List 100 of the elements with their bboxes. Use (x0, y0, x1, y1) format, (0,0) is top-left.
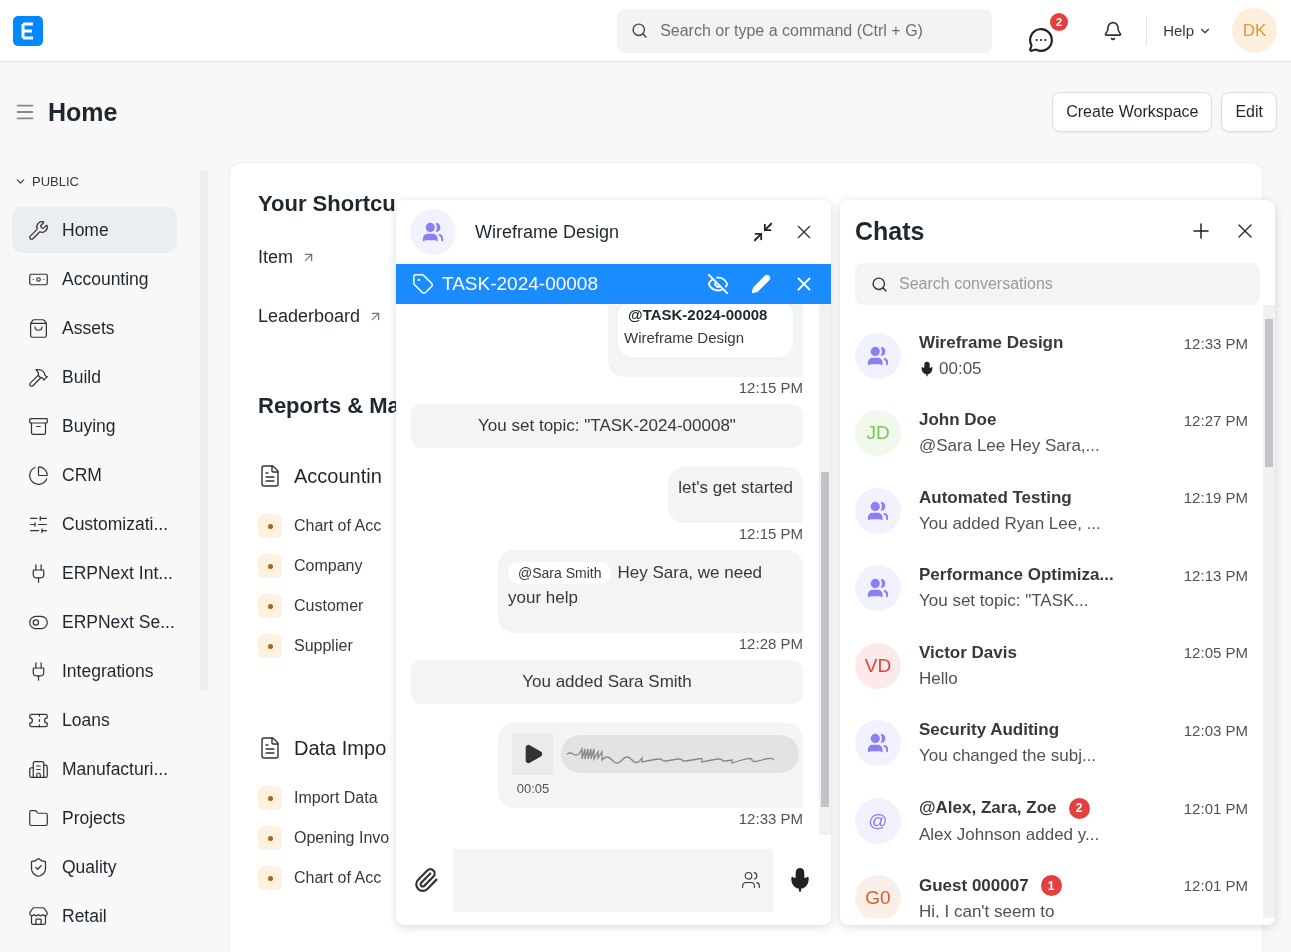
section-title: Your Shortcu (258, 191, 396, 217)
create-workspace-button[interactable]: Create Workspace (1052, 92, 1213, 132)
section-toggle[interactable]: PUBLIC (12, 174, 200, 207)
sidebar-item[interactable]: Integrations (12, 648, 177, 694)
card-link[interactable]: Opening Invo (258, 818, 390, 858)
topic-title: TASK-2024-00008 (442, 273, 599, 295)
conversation-preview: 00:05 (939, 359, 982, 379)
shortcut-link[interactable]: Item (258, 247, 316, 268)
conversation-item[interactable]: Performance Optimiza... 12:13 PM You set topic: "TASK... (855, 551, 1248, 629)
conversation-preview: @Sara Lee Hey Sara,... (919, 436, 1100, 456)
sidebar-item[interactable]: Quality (12, 844, 177, 890)
conversation-item[interactable]: VD Victor Davis 12:05 PM Hello (855, 628, 1248, 706)
conversation-item[interactable]: Automated Testing 12:19 PM You added Ryan Lee, ... (855, 473, 1248, 551)
shortcut-link[interactable]: Leaderboard (258, 306, 384, 327)
bullet-icon (258, 786, 282, 810)
sidebar-item[interactable]: Home (12, 207, 177, 253)
microphone-icon (919, 361, 935, 377)
people-icon[interactable] (741, 870, 761, 890)
card-link[interactable]: Chart of Acc (258, 858, 382, 898)
conversation-preview: You changed the subj... (919, 746, 1097, 766)
message-time: 12:28 PM (738, 634, 803, 652)
sliders-icon (28, 513, 49, 535)
avatar-initials: VD (864, 654, 892, 677)
conversation-item[interactable]: Security Auditing 12:03 PM You changed the subj... (855, 706, 1248, 784)
sidebar-item[interactable]: ERPNext Se... (12, 599, 177, 645)
play-button[interactable] (512, 732, 553, 775)
sidebar-item[interactable]: Projects (12, 795, 177, 841)
bullet-icon (258, 554, 282, 578)
message-text: let's get started (678, 478, 793, 497)
conversation-name: @Alex, Zara, Zoe (919, 798, 1057, 818)
conversation-preview: You added Ryan Lee, ... (919, 513, 1101, 534)
conversation-time: 12:33 PM (1183, 334, 1248, 352)
sidebar-item[interactable]: Retail (12, 893, 177, 939)
logo-icon (13, 15, 43, 46)
card-link[interactable]: Import Data (258, 778, 378, 818)
edit-button[interactable]: Edit (1221, 92, 1277, 132)
conversation-preview: Hello (919, 668, 958, 689)
card-link[interactable]: Chart of Acc (258, 506, 382, 546)
card-title: Data Impo (294, 736, 387, 760)
voice-duration: 00:05 (515, 779, 551, 798)
conversation-item[interactable]: JD John Doe 12:27 PM @Sara Lee Hey Sara,... (855, 396, 1248, 474)
store-icon (28, 905, 49, 927)
group-icon (867, 345, 889, 367)
conversation-item[interactable]: Wireframe Design 12:33 PM 00:05 (855, 305, 1248, 396)
group-icon (422, 221, 444, 243)
conversation-time: 12:01 PM (1183, 877, 1248, 894)
search-field[interactable]: Search or type a command (Ctrl + G) (617, 8, 993, 53)
sidebar-item[interactable]: Loans (12, 697, 177, 743)
scrollbar[interactable] (819, 304, 831, 835)
sidebar-item[interactable]: ERPNext Int... (12, 550, 177, 596)
message-time: 12:33 PM (738, 810, 803, 827)
group-icon (867, 577, 889, 599)
edit-icon[interactable] (751, 274, 771, 294)
group-icon (867, 732, 889, 754)
group-icon (867, 499, 889, 522)
document-icon (258, 464, 282, 488)
chat-title: Wireframe Design (475, 221, 621, 243)
building-icon (28, 758, 49, 780)
conversation-name: Wireframe Design (919, 333, 1064, 353)
chat-button[interactable]: 2 (1028, 12, 1069, 53)
mention-link[interactable]: @Sara Smith (508, 561, 612, 584)
avatar-initials: JD (866, 422, 890, 444)
message-input[interactable] (453, 848, 773, 912)
card-link[interactable]: Company (258, 546, 363, 586)
wrench-icon (28, 219, 49, 241)
bullet-icon (258, 634, 282, 658)
conversation-name: Automated Testing (919, 487, 1072, 508)
conversation-name: Guest 000007 (919, 875, 1029, 896)
sidebar-item[interactable]: Accounting (12, 256, 177, 302)
help-menu[interactable]: Help (1163, 22, 1212, 39)
conversation-name: John Doe (919, 410, 997, 430)
minimize-icon[interactable] (752, 221, 774, 243)
conversation-time: 12:19 PM (1183, 489, 1248, 506)
conversation-name: Victor Davis (919, 642, 1017, 663)
conversation-time: 12:01 PM (1183, 799, 1248, 817)
page-title: Home (48, 97, 118, 127)
scrollbar[interactable] (1263, 305, 1275, 918)
card-link[interactable]: Supplier (258, 626, 353, 666)
eye-off-icon[interactable] (707, 273, 729, 295)
conversation-preview: You set topic: "TASK... (919, 591, 1089, 611)
avatar-initials: G0 (865, 887, 891, 909)
sidebar-item[interactable]: Assets (12, 305, 177, 351)
conversation-item[interactable]: @ @Alex, Zara, Zoe 2 12:01 PM Alex Johnson added y... (855, 783, 1248, 861)
conversation-time: 12:05 PM (1183, 644, 1248, 661)
sidebar-item[interactable]: CRM (12, 452, 177, 498)
paperclip-icon[interactable] (413, 867, 439, 893)
unread-badge: 1 (1040, 875, 1062, 896)
sidebar-item[interactable]: Customizati... (12, 501, 177, 547)
sidebar-item[interactable]: Manufacturi... (12, 746, 177, 792)
bullet-icon (258, 866, 282, 890)
sidebar-item[interactable]: Build (12, 354, 177, 400)
bullet-icon (258, 826, 282, 850)
sidebar-item[interactable]: Buying (12, 403, 177, 449)
search-icon (631, 22, 649, 39)
bullet-icon (258, 514, 282, 538)
quoted-title: Wireframe Design (624, 327, 746, 348)
conversation-time: 12:03 PM (1183, 721, 1248, 739)
bell-icon[interactable] (1103, 20, 1124, 41)
message-time: 12:15 PM (738, 379, 803, 396)
card-link[interactable]: Customer (258, 586, 364, 626)
